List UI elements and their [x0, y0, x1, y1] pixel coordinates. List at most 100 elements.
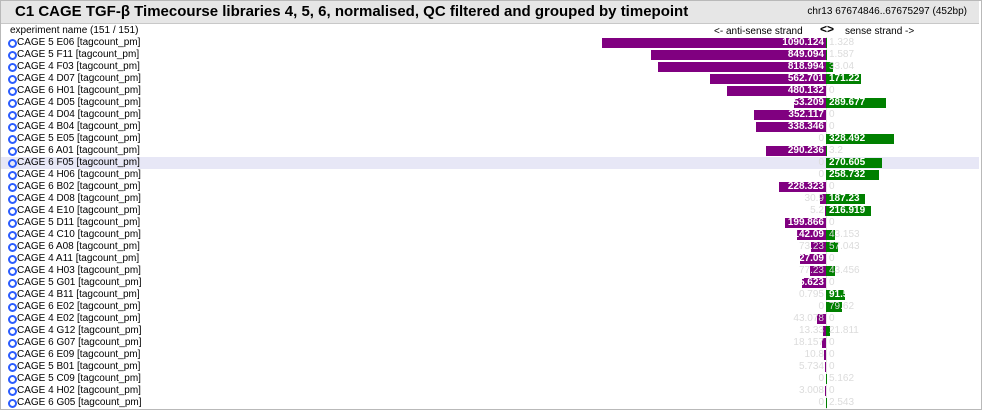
experiment-row[interactable]: CAGE 6 B02 [tagcount_pm] 228.323 0: [1, 181, 979, 193]
experiment-info-icon[interactable]: [8, 303, 17, 312]
experiment-info-icon[interactable]: [8, 207, 17, 216]
experiment-info-icon[interactable]: [8, 255, 17, 264]
experiment-name[interactable]: CAGE 5 B01 [tagcount_pm]: [17, 361, 140, 373]
experiment-name[interactable]: CAGE 4 C10 [tagcount_pm]: [17, 229, 141, 241]
experiment-row[interactable]: CAGE 4 B11 [tagcount_pm] 0.795 91.575: [1, 289, 979, 301]
experiment-info-icon[interactable]: [8, 99, 17, 108]
experiment-row[interactable]: CAGE 4 B04 [tagcount_pm] 338.346 0: [1, 121, 979, 133]
experiment-name[interactable]: CAGE 5 G01 [tagcount_pm]: [17, 277, 142, 289]
experiment-row[interactable]: CAGE 4 A11 [tagcount_pm] 127.09 0: [1, 253, 979, 265]
sense-bar[interactable]: [826, 374, 828, 384]
experiment-row[interactable]: CAGE 6 A01 [tagcount_pm] 290.236 3.2: [1, 145, 979, 157]
experiment-row[interactable]: CAGE 6 A08 [tagcount_pm] 73.23 57.043: [1, 241, 979, 253]
antisense-bar[interactable]: [825, 386, 826, 396]
experiment-name[interactable]: CAGE 4 D04 [tagcount_pm]: [17, 109, 141, 121]
experiment-info-icon[interactable]: [8, 327, 17, 336]
experiment-info-icon[interactable]: [8, 267, 17, 276]
experiment-row[interactable]: CAGE 4 H06 [tagcount_pm] 0 258.732: [1, 169, 979, 181]
experiment-info-icon[interactable]: [8, 351, 17, 360]
experiment-name[interactable]: CAGE 5 C09 [tagcount_pm]: [17, 373, 141, 385]
experiment-row[interactable]: CAGE 4 H03 [tagcount_pm] 77.23 43.456: [1, 265, 979, 277]
experiment-name[interactable]: CAGE 4 H02 [tagcount_pm]: [17, 385, 141, 397]
experiment-row[interactable]: CAGE 5 E06 [tagcount_pm] 1090.124 1.328: [1, 37, 979, 49]
experiment-row[interactable]: CAGE 4 E10 [tagcount_pm] 5.2 216.919: [1, 205, 979, 217]
experiment-row[interactable]: CAGE 6 E02 [tagcount_pm] 0 79.62: [1, 301, 979, 313]
experiment-row[interactable]: CAGE 4 C10 [tagcount_pm] 142.09 43.153: [1, 229, 979, 241]
experiment-row[interactable]: CAGE 4 H02 [tagcount_pm] 3.008 0: [1, 385, 979, 397]
experiment-name[interactable]: CAGE 6 G07 [tagcount_pm]: [17, 337, 142, 349]
experiment-name[interactable]: CAGE 6 A08 [tagcount_pm]: [17, 241, 140, 253]
experiment-info-icon[interactable]: [8, 159, 17, 168]
sense-bar[interactable]: [826, 398, 827, 408]
experiment-name[interactable]: CAGE 4 H06 [tagcount_pm]: [17, 169, 141, 181]
experiment-row[interactable]: CAGE 5 B01 [tagcount_pm] 5.734 0: [1, 361, 979, 373]
experiment-name[interactable]: CAGE 6 E09 [tagcount_pm]: [17, 349, 140, 361]
experiment-name[interactable]: CAGE 6 H01 [tagcount_pm]: [17, 85, 141, 97]
experiment-info-icon[interactable]: [8, 339, 17, 348]
experiment-info-icon[interactable]: [8, 375, 17, 384]
experiment-info-icon[interactable]: [8, 39, 17, 48]
experiment-row[interactable]: CAGE 4 G12 [tagcount_pm] 13.33 21.811: [1, 325, 979, 337]
experiment-row[interactable]: CAGE 5 G01 [tagcount_pm] 115.623 0: [1, 277, 979, 289]
experiment-row[interactable]: CAGE 6 G07 [tagcount_pm] 18.157 0: [1, 337, 979, 349]
experiment-row[interactable]: CAGE 5 E05 [tagcount_pm] 0 328.492: [1, 133, 979, 145]
experiment-row[interactable]: CAGE 4 D04 [tagcount_pm] 352.117 0: [1, 109, 979, 121]
experiment-name[interactable]: CAGE 4 E10 [tagcount_pm]: [17, 205, 140, 217]
experiment-name[interactable]: CAGE 5 E05 [tagcount_pm]: [17, 133, 140, 145]
experiment-name[interactable]: CAGE 5 F11 [tagcount_pm]: [17, 49, 139, 61]
experiment-row[interactable]: CAGE 6 G05 [tagcount_pm] 0 2.543: [1, 397, 979, 409]
experiment-info-icon[interactable]: [8, 279, 17, 288]
experiment-info-icon[interactable]: [8, 231, 17, 240]
experiment-name[interactable]: CAGE 6 F05 [tagcount_pm]: [17, 157, 140, 169]
experiment-info-icon[interactable]: [8, 123, 17, 132]
experiment-row[interactable]: CAGE 6 H01 [tagcount_pm] 480.132 0: [1, 85, 979, 97]
experiment-info-icon[interactable]: [8, 183, 17, 192]
experiment-name[interactable]: CAGE 4 A11 [tagcount_pm]: [17, 253, 139, 265]
experiment-name[interactable]: CAGE 4 D05 [tagcount_pm]: [17, 97, 141, 109]
experiment-row[interactable]: CAGE 4 D08 [tagcount_pm] 30.9 187.23: [1, 193, 979, 205]
experiment-row[interactable]: CAGE 4 F03 [tagcount_pm] 818.994 33.04: [1, 61, 979, 73]
experiment-name[interactable]: CAGE 5 D11 [tagcount_pm]: [17, 217, 140, 229]
experiment-info-icon[interactable]: [8, 399, 17, 408]
experiment-info-icon[interactable]: [8, 111, 17, 120]
experiment-name[interactable]: CAGE 4 H03 [tagcount_pm]: [17, 265, 141, 277]
experiment-name[interactable]: CAGE 5 E06 [tagcount_pm]: [17, 37, 140, 49]
experiment-info-icon[interactable]: [8, 171, 17, 180]
experiment-name[interactable]: CAGE 4 D08 [tagcount_pm]: [17, 193, 141, 205]
experiment-name[interactable]: CAGE 4 G12 [tagcount_pm]: [17, 325, 142, 337]
experiment-row[interactable]: CAGE 4 E02 [tagcount_pm] 43.078 0: [1, 313, 979, 325]
experiment-name[interactable]: CAGE 4 B04 [tagcount_pm]: [17, 121, 140, 133]
experiment-row[interactable]: CAGE 6 E09 [tagcount_pm] 10.8 0: [1, 349, 979, 361]
experiment-name[interactable]: CAGE 6 E02 [tagcount_pm]: [17, 301, 140, 313]
experiment-name[interactable]: CAGE 6 G05 [tagcount_pm]: [17, 397, 142, 409]
experiment-row[interactable]: CAGE 4 D05 [tagcount_pm] 153.209 289.677: [1, 97, 979, 109]
experiment-row[interactable]: CAGE 4 D07 [tagcount_pm] 562.701 171.22: [1, 73, 979, 85]
experiment-info-icon[interactable]: [8, 63, 17, 72]
experiment-info-icon[interactable]: [8, 87, 17, 96]
experiment-row[interactable]: CAGE 5 F11 [tagcount_pm] 849.094 1.587: [1, 49, 979, 61]
experiment-info-icon[interactable]: [8, 291, 17, 300]
experiment-name[interactable]: CAGE 4 E02 [tagcount_pm]: [17, 313, 140, 325]
experiment-row[interactable]: CAGE 5 D11 [tagcount_pm] 199.866 0: [1, 217, 979, 229]
experiment-info-icon[interactable]: [8, 195, 17, 204]
experiment-row[interactable]: CAGE 5 C09 [tagcount_pm] 0 5.162: [1, 373, 979, 385]
sense-bar[interactable]: [826, 146, 827, 156]
experiment-info-icon[interactable]: [8, 75, 17, 84]
experiment-info-icon[interactable]: [8, 387, 17, 396]
experiment-info-icon[interactable]: [8, 243, 17, 252]
experiment-name[interactable]: CAGE 6 B02 [tagcount_pm]: [17, 181, 140, 193]
antisense-bar[interactable]: [824, 362, 826, 372]
experiment-name[interactable]: CAGE 4 B11 [tagcount_pm]: [17, 289, 140, 301]
experiment-info-icon[interactable]: [8, 135, 17, 144]
sense-value-label: 21.811: [829, 325, 859, 336]
experiment-name[interactable]: CAGE 4 D07 [tagcount_pm]: [17, 73, 141, 85]
experiment-info-icon[interactable]: [8, 147, 17, 156]
experiment-row[interactable]: CAGE 6 F05 [tagcount_pm] 0 270.605: [1, 157, 979, 169]
experiment-info-icon[interactable]: [8, 315, 17, 324]
experiment-name[interactable]: CAGE 6 A01 [tagcount_pm]: [17, 145, 140, 157]
experiment-info-icon[interactable]: [8, 51, 17, 60]
experiment-info-icon[interactable]: [8, 219, 17, 228]
experiment-info-icon[interactable]: [8, 363, 17, 372]
experiment-name[interactable]: CAGE 4 F03 [tagcount_pm]: [17, 61, 140, 73]
antisense-bar[interactable]: [823, 350, 826, 360]
